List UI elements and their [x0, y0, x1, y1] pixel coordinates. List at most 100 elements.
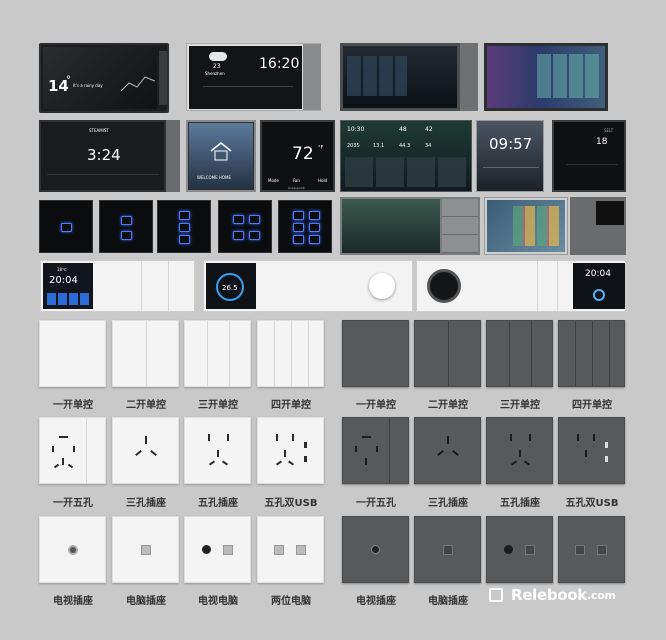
white-dual-pc-socket[interactable] [257, 516, 324, 583]
smart-thermostat: 72 °F Mode Fan Hold Greenpoint [260, 120, 335, 192]
value-1: 48 [399, 126, 407, 133]
white-switch-4[interactable] [257, 320, 324, 387]
watermark: Relebook .com [489, 584, 639, 608]
smart-panel-grid [340, 43, 478, 111]
smart-panel-steamist: STEAMIST 3:24 [39, 120, 166, 192]
brand: STEAMIST [89, 128, 109, 133]
side-strip [303, 44, 321, 110]
clock-time: 20:04 [585, 269, 611, 279]
city: Shenzhen [205, 71, 225, 76]
thermo-temp: 26.5 [222, 284, 238, 292]
white-panel-clock: 18℃ 20:04 [40, 260, 195, 312]
white-socket-3hole[interactable] [112, 417, 179, 484]
smart-panel-rain: 14 ° It's a rainy day [39, 43, 169, 113]
white-tv-pc-socket[interactable] [184, 516, 251, 583]
white-socket-5hole-usb[interactable] [257, 417, 324, 484]
welcome-text: WELCOME HOME [197, 175, 232, 180]
hold-label: Hold [318, 178, 328, 183]
touch-switch-6 [278, 200, 332, 253]
cloud-icon [209, 52, 227, 61]
dark-tv-pc-socket[interactable] [486, 516, 553, 583]
usb-port [304, 442, 307, 448]
dark-switch-3[interactable] [486, 320, 553, 387]
label: 三孔插座 [126, 498, 166, 509]
white-pc-socket[interactable] [112, 516, 179, 583]
white-tv-socket[interactable] [39, 516, 106, 583]
icon-row [47, 293, 89, 305]
control-tiles [345, 157, 469, 187]
clock-time: 20:04 [49, 275, 78, 286]
app-tiles [347, 56, 407, 96]
stat-2: 13.1 [373, 143, 385, 149]
app-tiles [513, 206, 561, 246]
white-socket-5hole[interactable] [184, 417, 251, 484]
dark-tv-socket[interactable] [342, 516, 409, 583]
label: 三开单控 [198, 400, 238, 411]
label: 五孔插座 [500, 498, 540, 509]
date: 23 [213, 63, 221, 70]
smart-panel-colorful [484, 197, 568, 255]
smart-panel-clock: 23 Shenzhen 16:20 [186, 43, 321, 111]
touch-switch-1 [39, 200, 93, 253]
home-icon [210, 142, 232, 161]
smart-panel-media [484, 43, 608, 111]
label: 一开单控 [356, 400, 396, 411]
dark-pc-socket[interactable] [414, 516, 481, 583]
smart-panel-dashboard: 10:30 48 42 2035 13.1 44.3 34 [340, 120, 472, 192]
weather-temp: 18℃ [57, 267, 67, 272]
scene-icons [203, 86, 293, 100]
degree: ° [66, 75, 71, 86]
knob-display[interactable] [427, 269, 461, 303]
touch-switch-4 [218, 200, 272, 253]
smart-panel-welcome: WELCOME HOME [186, 120, 256, 192]
label: 四开单控 [271, 400, 311, 411]
weather-text: It's a rainy day [73, 83, 103, 88]
switch-strip [570, 197, 626, 255]
clock-time: 10:30 [347, 126, 365, 133]
bottom-icons [47, 174, 159, 186]
rotary-knob[interactable] [369, 273, 395, 299]
label: 一开五孔 [356, 498, 396, 509]
label: 二开单控 [428, 400, 468, 411]
watermark-suffix: .com [587, 589, 616, 602]
smart-panel-landscape [340, 197, 480, 255]
label: 三开单控 [500, 400, 540, 411]
white-panel-knob: 20:04 [416, 260, 626, 312]
label: 五孔双USB [264, 498, 318, 509]
clock-time: 16:20 [259, 56, 300, 72]
white-switch-1[interactable] [39, 320, 106, 387]
dark-switch-1[interactable] [342, 320, 409, 387]
dark-socket-3hole[interactable] [414, 417, 481, 484]
label: 五孔插座 [198, 498, 238, 509]
dark-socket-5hole[interactable] [486, 417, 553, 484]
white-switch-3[interactable] [184, 320, 251, 387]
dark-dual-pc-socket[interactable] [558, 516, 625, 583]
usb-port [304, 456, 307, 462]
power-icon [593, 289, 605, 301]
label: 电脑插座 [428, 596, 468, 607]
panel-value: 18 [596, 137, 608, 147]
label: 电视插座 [53, 596, 93, 607]
dark-switch-2[interactable] [414, 320, 481, 387]
mode-label: Mode [268, 178, 279, 183]
white-socket-switch-5hole[interactable] [39, 417, 106, 484]
label: 一开五孔 [53, 498, 93, 509]
button-row [566, 164, 618, 178]
label: 两位电脑 [271, 596, 311, 607]
side-strip [166, 120, 180, 192]
panel-label: SELT [604, 128, 614, 133]
smart-panel-black: SELT 18 [552, 120, 626, 192]
side-strip [460, 43, 478, 111]
touch-switch-3 [157, 200, 211, 253]
media-tiles [537, 54, 601, 98]
thermostat-temp: 72 [292, 144, 314, 164]
dark-socket-switch-5hole[interactable] [342, 417, 409, 484]
white-switch-2[interactable] [112, 320, 179, 387]
dark-socket-5hole-usb[interactable] [558, 417, 625, 484]
dark-switch-4[interactable] [558, 320, 625, 387]
label: 二开单控 [126, 400, 166, 411]
stat-4: 34 [425, 143, 432, 149]
thermostat-unit: °F [318, 145, 324, 151]
label: 电脑插座 [126, 596, 166, 607]
brand: Greenpoint [288, 186, 305, 190]
